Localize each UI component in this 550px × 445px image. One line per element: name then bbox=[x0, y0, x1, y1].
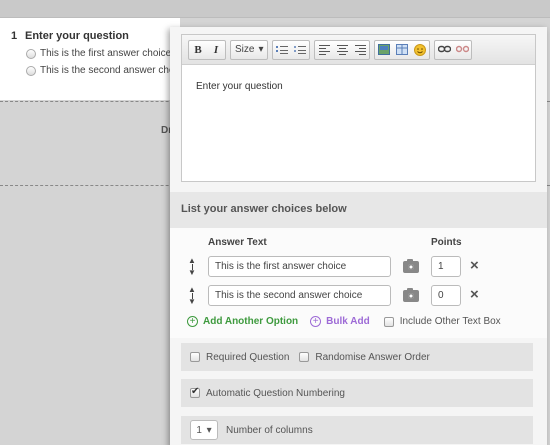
size-select[interactable]: Size ▾ bbox=[230, 39, 269, 60]
bullet-list-icon[interactable] bbox=[291, 41, 309, 59]
columns-label: Number of columns bbox=[226, 424, 313, 436]
columns-option: 1 ▾ Number of columns bbox=[181, 416, 533, 444]
preview-option[interactable]: This is the first answer choice bbox=[26, 48, 171, 59]
top-bar bbox=[0, 0, 550, 18]
chevron-down-icon: ▾ bbox=[258, 44, 264, 55]
delete-icon[interactable]: × bbox=[470, 258, 479, 274]
checkbox-icon[interactable] bbox=[190, 352, 200, 362]
include-other-label: Include Other Text Box bbox=[399, 316, 501, 327]
columns-value: 1 bbox=[196, 424, 202, 436]
numbered-list-icon[interactable] bbox=[273, 41, 291, 59]
preview-option-label: This is the first answer choice bbox=[40, 48, 172, 59]
link-group bbox=[434, 39, 473, 60]
points-header: Points bbox=[431, 237, 462, 248]
italic-button[interactable]: I bbox=[207, 41, 225, 59]
editor-toolbar: B I Size ▾ bbox=[182, 35, 535, 65]
align-left-icon[interactable] bbox=[315, 41, 333, 59]
drag-handle-icon[interactable]: ▲ ▼ bbox=[188, 257, 196, 277]
points-input[interactable]: 0 bbox=[431, 285, 461, 306]
unlink-icon[interactable] bbox=[453, 41, 471, 59]
required-label: Required Question bbox=[206, 351, 290, 363]
image-icon[interactable] bbox=[375, 41, 393, 59]
question-options: Required Question Randomise Answer Order bbox=[181, 343, 533, 371]
align-group bbox=[314, 39, 371, 60]
answer-text-input[interactable]: This is the first answer choice bbox=[208, 256, 391, 277]
radio-icon[interactable] bbox=[26, 48, 36, 59]
answer-row: ▲ ▼ This is the second answer choice 0 × bbox=[170, 285, 547, 307]
checkbox-icon[interactable] bbox=[299, 352, 310, 362]
drag-handle-icon[interactable]: ▲ ▼ bbox=[188, 286, 196, 306]
question-title: Enter your question bbox=[25, 30, 129, 42]
link-icon[interactable] bbox=[435, 41, 453, 59]
preview-option-label: This is the second answer choice bbox=[40, 65, 188, 76]
question-editor-popup: B I Size ▾ Enter your question List your… bbox=[170, 27, 547, 445]
question-number: 1 bbox=[11, 30, 18, 42]
editor-content[interactable]: Enter your question bbox=[182, 65, 535, 108]
list-group bbox=[272, 39, 311, 60]
required-checkbox[interactable]: Required Question bbox=[190, 352, 289, 363]
randomise-label: Randomise Answer Order bbox=[315, 351, 430, 363]
bold-button[interactable]: B bbox=[189, 41, 207, 59]
include-other-checkbox[interactable]: Include Other Text Box bbox=[383, 316, 501, 327]
table-icon[interactable] bbox=[393, 41, 411, 59]
bulk-add-label: Bulk Add bbox=[326, 316, 370, 327]
auto-numbering-checkbox[interactable]: Automatic Question Numbering bbox=[190, 386, 345, 399]
delete-icon[interactable]: × bbox=[470, 287, 479, 303]
plus-circle-icon: + bbox=[187, 316, 198, 327]
columns-select[interactable]: 1 ▾ bbox=[190, 420, 218, 440]
question-preview[interactable]: 1 Enter your question This is the first … bbox=[0, 18, 187, 100]
randomise-checkbox[interactable]: Randomise Answer Order bbox=[299, 352, 430, 363]
answer-text-input[interactable]: This is the second answer choice bbox=[208, 285, 391, 306]
add-option-button[interactable]: + Add Another Option bbox=[187, 316, 298, 327]
preview-option[interactable]: This is the second answer choice bbox=[26, 65, 187, 76]
checkbox-icon[interactable] bbox=[383, 316, 394, 327]
size-label: Size bbox=[235, 44, 255, 55]
answer-actions: + Add Another Option + Bulk Add Include … bbox=[187, 316, 501, 327]
answer-section-title: List your answer choices below bbox=[170, 192, 547, 228]
align-right-icon[interactable] bbox=[351, 41, 369, 59]
add-option-label: Add Another Option bbox=[203, 316, 299, 327]
camera-icon[interactable] bbox=[403, 259, 419, 273]
camera-icon[interactable] bbox=[403, 288, 419, 302]
radio-icon[interactable] bbox=[26, 65, 36, 76]
plus-circle-icon: + bbox=[310, 316, 322, 327]
align-center-icon[interactable] bbox=[333, 41, 351, 59]
answer-text-header: Answer Text bbox=[208, 237, 267, 248]
insert-group bbox=[374, 39, 431, 60]
bulk-add-button[interactable]: + Bulk Add bbox=[310, 316, 370, 327]
smiley-icon[interactable] bbox=[411, 41, 429, 59]
answer-choices: Answer Text Points ▲ ▼ This is the first … bbox=[170, 228, 547, 338]
points-input[interactable]: 1 bbox=[431, 256, 461, 277]
format-group: B I bbox=[188, 39, 226, 60]
numbering-option: Automatic Question Numbering bbox=[181, 379, 533, 407]
auto-numbering-label: Automatic Question Numbering bbox=[206, 387, 345, 399]
chevron-down-icon: ▾ bbox=[206, 424, 212, 436]
rich-text-editor: B I Size ▾ Enter your question bbox=[181, 34, 536, 182]
answer-row: ▲ ▼ This is the first answer choice 1 × bbox=[170, 256, 547, 278]
checkbox-icon[interactable] bbox=[190, 386, 200, 398]
